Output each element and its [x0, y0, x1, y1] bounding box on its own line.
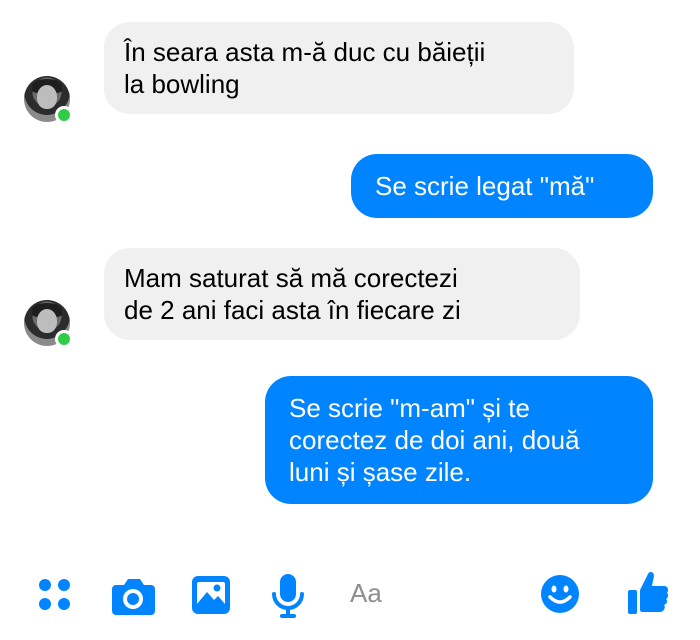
contact-avatar[interactable] [24, 300, 73, 348]
message-line: Se scrie legat "mă" [375, 171, 595, 201]
outgoing-message[interactable]: Se scrie "m-am" și te corectez de doi an… [265, 376, 653, 504]
message-input[interactable]: Aa [350, 578, 382, 609]
avatar-face [37, 309, 57, 333]
online-status-indicator [55, 106, 73, 124]
emoji-icon[interactable] [540, 574, 580, 614]
composer-bar: Aa [0, 560, 700, 630]
message-line: Se scrie "m-am" și te [289, 393, 530, 423]
message-line: luni și șase zile. [289, 457, 472, 487]
message-line: Mam saturat să mă corectezi [124, 263, 458, 293]
contact-avatar[interactable] [24, 76, 73, 124]
camera-icon[interactable] [110, 576, 156, 616]
online-status-indicator [55, 330, 73, 348]
gallery-icon[interactable] [190, 574, 232, 616]
incoming-message[interactable]: Mam saturat să mă corectezi de 2 ani fac… [104, 248, 580, 340]
like-icon[interactable] [626, 568, 670, 618]
avatar-face [37, 85, 57, 109]
microphone-icon[interactable] [270, 572, 306, 620]
incoming-message[interactable]: În seara asta m-ă duc cu băieții la bowl… [104, 22, 574, 114]
message-line: În seara asta m-ă duc cu băieții [124, 37, 486, 67]
outgoing-message[interactable]: Se scrie legat "mă" [351, 154, 653, 218]
message-line: corectez de doi ani, două [289, 425, 580, 455]
message-line: la bowling [124, 69, 240, 99]
more-options-icon[interactable] [36, 576, 74, 614]
message-line: de 2 ani faci asta în fiecare zi [124, 295, 461, 325]
